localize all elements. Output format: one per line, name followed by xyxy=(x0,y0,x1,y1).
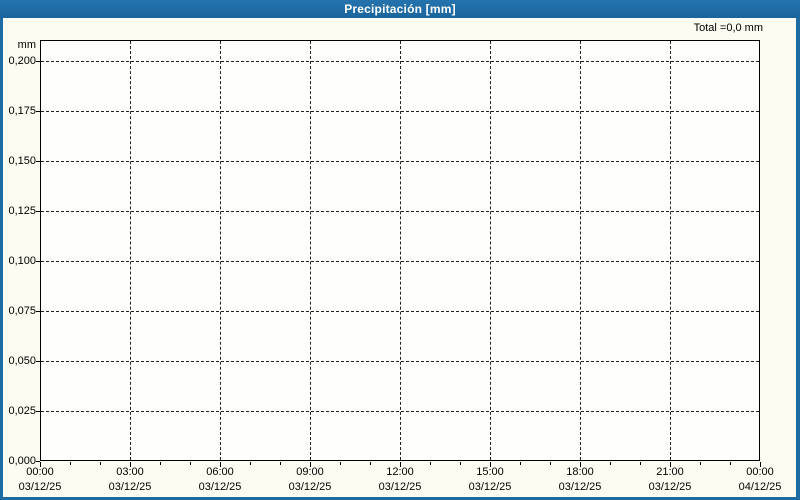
x-axis-minor-tick xyxy=(250,462,251,465)
y-axis-unit-label: mm xyxy=(17,39,36,51)
x-time-label: 18:00 xyxy=(566,466,594,478)
y-tick-label: 0,200 xyxy=(8,55,36,67)
x-time-label: 00:00 xyxy=(746,466,774,478)
x-axis-minor-tick xyxy=(730,462,731,465)
x-axis-minor-tick xyxy=(520,462,521,465)
v-gridline xyxy=(670,41,671,460)
x-date-label: 03/12/25 xyxy=(558,481,602,493)
v-gridline xyxy=(490,41,491,460)
x-axis-minor-tick xyxy=(460,462,461,465)
y-axis-tick xyxy=(36,111,40,112)
v-gridline xyxy=(580,41,581,460)
x-date-label: 03/12/25 xyxy=(378,481,422,493)
y-axis-tick xyxy=(36,261,40,262)
x-date-label: 03/12/25 xyxy=(468,481,512,493)
x-date-label: 04/12/25 xyxy=(738,481,782,493)
y-tick-label: 0,150 xyxy=(8,155,36,167)
y-tick-label: 0,125 xyxy=(8,205,36,217)
x-date-label: 03/12/25 xyxy=(108,481,152,493)
x-axis-minor-tick xyxy=(160,462,161,465)
x-date-label: 03/12/25 xyxy=(288,481,332,493)
v-gridline xyxy=(310,41,311,460)
x-time-label: 15:00 xyxy=(476,466,504,478)
y-axis-tick xyxy=(36,161,40,162)
chart-content-area: Total =0,0 mm mm 0,200 0,175 0,150 0,125 0,1… xyxy=(3,18,796,497)
x-axis-minor-tick xyxy=(610,462,611,465)
x-axis-minor-tick xyxy=(280,462,281,465)
x-time-label: 21:00 xyxy=(656,466,684,478)
x-time-label: 12:00 xyxy=(386,466,414,478)
y-axis-tick xyxy=(36,311,40,312)
x-time-label: 09:00 xyxy=(296,466,324,478)
x-axis-minor-tick xyxy=(370,462,371,465)
x-time-label: 00:00 xyxy=(26,466,54,478)
v-gridline xyxy=(220,41,221,460)
v-gridline xyxy=(400,41,401,460)
y-axis-tick xyxy=(36,61,40,62)
y-tick-label: 0,050 xyxy=(8,355,36,367)
x-axis-minor-tick xyxy=(640,462,641,465)
x-time-label: 03:00 xyxy=(116,466,144,478)
x-axis-minor-tick xyxy=(550,462,551,465)
y-axis-tick xyxy=(36,211,40,212)
x-date-label: 03/12/25 xyxy=(648,481,692,493)
y-tick-label: 0,075 xyxy=(8,305,36,317)
chart-window: Precipitación [mm] Total =0,0 mm mm 0,20… xyxy=(0,0,800,500)
plot-area xyxy=(40,40,760,461)
total-value-label: Total =0,0 mm xyxy=(693,22,763,34)
y-tick-label: 0,100 xyxy=(8,255,36,267)
x-date-label: 03/12/25 xyxy=(18,481,62,493)
y-axis-tick xyxy=(36,361,40,362)
x-axis-minor-tick xyxy=(340,462,341,465)
x-axis-minor-tick xyxy=(100,462,101,465)
y-tick-label: 0,025 xyxy=(8,405,36,417)
x-axis-minor-tick xyxy=(430,462,431,465)
x-time-label: 06:00 xyxy=(206,466,234,478)
x-axis-minor-tick xyxy=(190,462,191,465)
y-tick-label: 0,175 xyxy=(8,105,36,117)
x-axis-minor-tick xyxy=(70,462,71,465)
x-axis-minor-tick xyxy=(700,462,701,465)
chart-canvas: Total =0,0 mm mm 0,200 0,175 0,150 0,125 0,1… xyxy=(0,0,800,500)
x-date-label: 03/12/25 xyxy=(198,481,242,493)
v-gridline xyxy=(130,41,131,460)
y-axis-tick xyxy=(36,411,40,412)
